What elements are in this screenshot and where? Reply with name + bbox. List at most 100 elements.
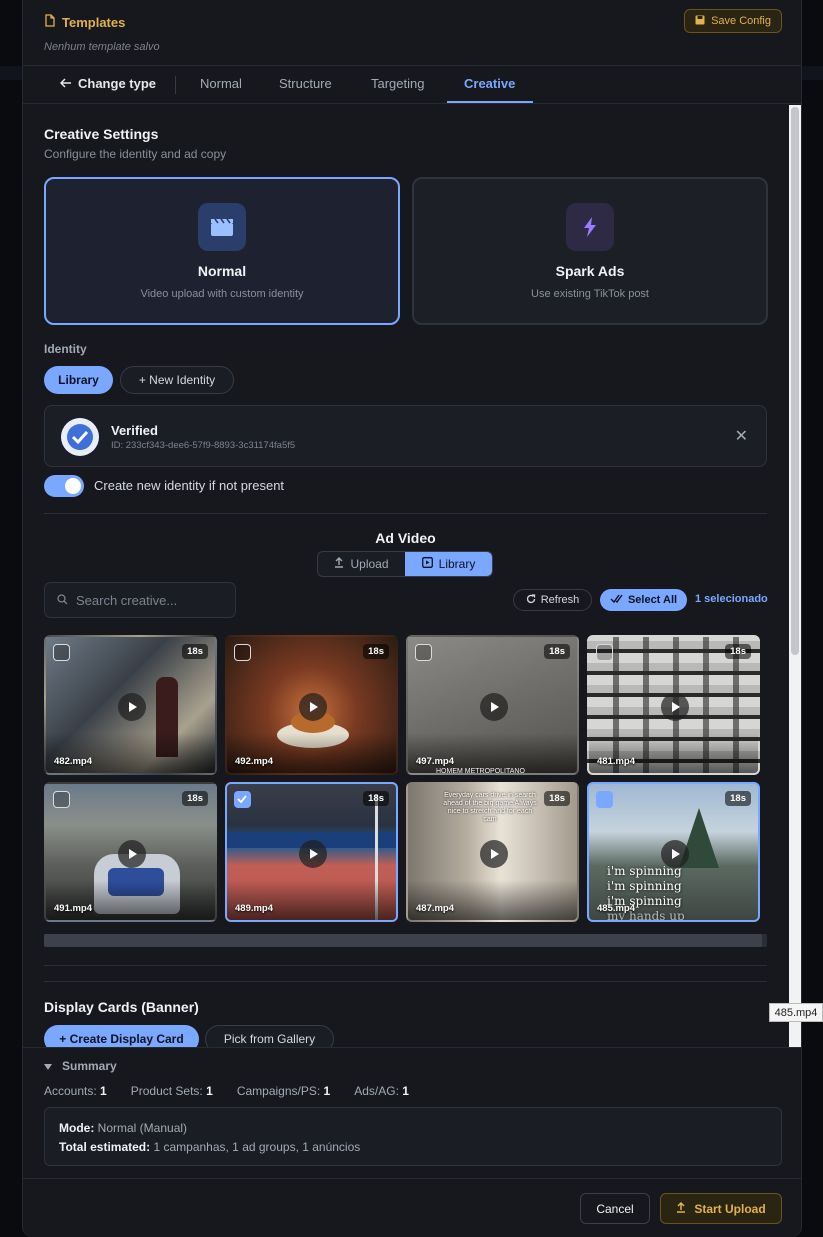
- mode-name-spark-ads: Spark Ads: [555, 263, 625, 279]
- upload-icon: [334, 557, 344, 571]
- summary-details: Mode: Normal (Manual) Total estimated: 1…: [44, 1107, 782, 1166]
- upload-icon: [676, 1201, 686, 1216]
- play-icon[interactable]: [118, 693, 146, 721]
- video-tile[interactable]: 18s 491.mp4: [44, 782, 217, 922]
- video-grid-scrollbar[interactable]: [44, 934, 767, 947]
- templates-title: Templates: [62, 14, 126, 30]
- refresh-button[interactable]: Refresh: [513, 589, 592, 611]
- create-display-card-button[interactable]: + Create Display Card: [44, 1025, 199, 1047]
- video-checkbox[interactable]: [53, 791, 70, 808]
- lyric-line: i'm spinning: [607, 879, 682, 893]
- video-tile[interactable]: 18s HOMEM METROPOLITANO 497.mp4: [406, 635, 579, 775]
- video-tile[interactable]: 18s 481.mp4: [587, 635, 760, 775]
- divider: [44, 965, 767, 966]
- identity-name: Verified: [111, 423, 158, 438]
- summary-title: Summary: [62, 1059, 117, 1073]
- video-duration: 18s: [544, 791, 570, 806]
- video-filename: 497.mp4: [416, 756, 455, 767]
- video-checkbox[interactable]: [234, 644, 251, 661]
- create-identity-toggle[interactable]: [44, 475, 84, 497]
- play-icon[interactable]: [299, 693, 327, 721]
- identity-library-button[interactable]: Library: [44, 366, 113, 394]
- create-identity-label: Create new identity if not present: [94, 478, 285, 493]
- pick-from-gallery-button[interactable]: Pick from Gallery: [205, 1025, 334, 1047]
- creative-settings-subtitle: Configure the identity and ad copy: [44, 147, 227, 161]
- verified-badge-icon: [61, 418, 99, 456]
- caret-down-icon: [44, 1059, 52, 1073]
- double-check-icon: [610, 594, 623, 606]
- tab-bar: Change type Normal Structure Targeting C…: [23, 66, 801, 104]
- video-checkbox-checked[interactable]: [234, 791, 251, 808]
- video-tile[interactable]: 18s 482.mp4: [44, 635, 217, 775]
- play-icon[interactable]: [299, 840, 327, 868]
- library-tab[interactable]: Library: [405, 552, 492, 576]
- refresh-icon: [526, 593, 536, 607]
- stat-campaigns: Campaigns/PS: 1: [236, 1084, 331, 1098]
- play-icon[interactable]: [480, 840, 508, 868]
- library-icon: [421, 557, 433, 571]
- video-tile-hovered[interactable]: i'm spinning i'm spinning i'm spinning m…: [587, 782, 760, 922]
- search-icon: [57, 593, 68, 608]
- identity-label: Identity: [44, 342, 87, 356]
- templates-empty-text: Nenhum template salvo: [44, 41, 160, 53]
- summary-mode: Mode: Normal (Manual): [59, 1121, 188, 1135]
- selected-count: 1 selecionado: [695, 593, 768, 605]
- start-upload-label: Start Upload: [694, 1201, 766, 1216]
- video-checkbox[interactable]: [53, 644, 70, 661]
- library-tab-label: Library: [438, 557, 476, 571]
- video-filename: 487.mp4: [416, 903, 455, 914]
- play-icon[interactable]: [480, 693, 508, 721]
- ad-video-title: Ad Video: [375, 530, 436, 546]
- video-filename: 481.mp4: [597, 756, 636, 767]
- upload-modal: Templates Nenhum template salvo Save Con…: [22, 0, 802, 1237]
- arrow-left-icon: [59, 76, 72, 91]
- search-creative-input[interactable]: [76, 592, 226, 608]
- stat-product-sets: Product Sets: 1: [130, 1084, 213, 1098]
- play-icon[interactable]: [661, 693, 689, 721]
- stat-ads: Ads/AG: 1: [354, 1084, 409, 1098]
- tab-normal[interactable]: Normal: [200, 76, 242, 91]
- mode-card-normal[interactable]: Normal Video upload with custom identity: [44, 177, 400, 325]
- mode-name-normal: Normal: [197, 263, 247, 279]
- video-duration: 18s: [725, 791, 751, 806]
- video-filename: 492.mp4: [235, 756, 274, 767]
- save-config-label: Save Config: [711, 15, 771, 27]
- mode-card-spark-ads[interactable]: Spark Ads Use existing TikTok post: [412, 177, 768, 325]
- divider: [44, 981, 767, 982]
- new-identity-button[interactable]: + New Identity: [120, 366, 234, 394]
- tab-creative[interactable]: Creative: [464, 76, 515, 91]
- video-tile-selected[interactable]: 18s 489.mp4: [225, 782, 398, 922]
- filename-tooltip: 485.mp4: [769, 1003, 823, 1022]
- close-icon[interactable]: ✕: [735, 426, 748, 446]
- change-type-button[interactable]: Change type: [59, 76, 156, 91]
- tab-targeting[interactable]: Targeting: [371, 76, 424, 91]
- creative-content: Creative Settings Configure the identity…: [23, 105, 801, 1047]
- creative-settings-title: Creative Settings: [44, 126, 159, 142]
- select-all-button[interactable]: Select All: [600, 589, 687, 611]
- upload-tab[interactable]: Upload: [318, 552, 405, 576]
- summary-panel: Summary Accounts: 1 Product Sets: 1 Camp…: [23, 1047, 801, 1179]
- play-icon[interactable]: [661, 840, 689, 868]
- divider: [44, 513, 767, 514]
- video-grid: 18s 482.mp4 18s 492.mp4 18s HOMEM METROP…: [44, 635, 767, 927]
- select-all-label: Select All: [627, 594, 678, 606]
- video-overlay-caption: HOMEM METROPOLITANO: [436, 768, 525, 775]
- start-upload-button[interactable]: Start Upload: [660, 1193, 782, 1224]
- video-duration: 18s: [363, 644, 389, 659]
- video-tile[interactable]: 18s 492.mp4: [225, 635, 398, 775]
- video-filename: 485.mp4: [597, 903, 636, 914]
- identity-id: ID: 233cf343-dee6-57f9-8893-3c31174fa5f5: [111, 440, 296, 451]
- video-tile[interactable]: Everyday cars drive in search ahead of t…: [406, 782, 579, 922]
- summary-toggle[interactable]: Summary: [44, 1059, 117, 1073]
- video-checkbox[interactable]: [415, 644, 432, 661]
- save-config-button[interactable]: Save Config: [684, 9, 782, 33]
- content-scrollbar[interactable]: [789, 105, 801, 1047]
- mode-desc-normal: Video upload with custom identity: [140, 288, 304, 300]
- templates-heading: Templates: [44, 14, 125, 30]
- video-checkbox[interactable]: [596, 791, 613, 808]
- play-icon[interactable]: [118, 840, 146, 868]
- tab-structure[interactable]: Structure: [279, 76, 332, 91]
- cancel-button[interactable]: Cancel: [580, 1193, 650, 1224]
- video-filename: 489.mp4: [235, 903, 274, 914]
- video-checkbox[interactable]: [596, 644, 613, 661]
